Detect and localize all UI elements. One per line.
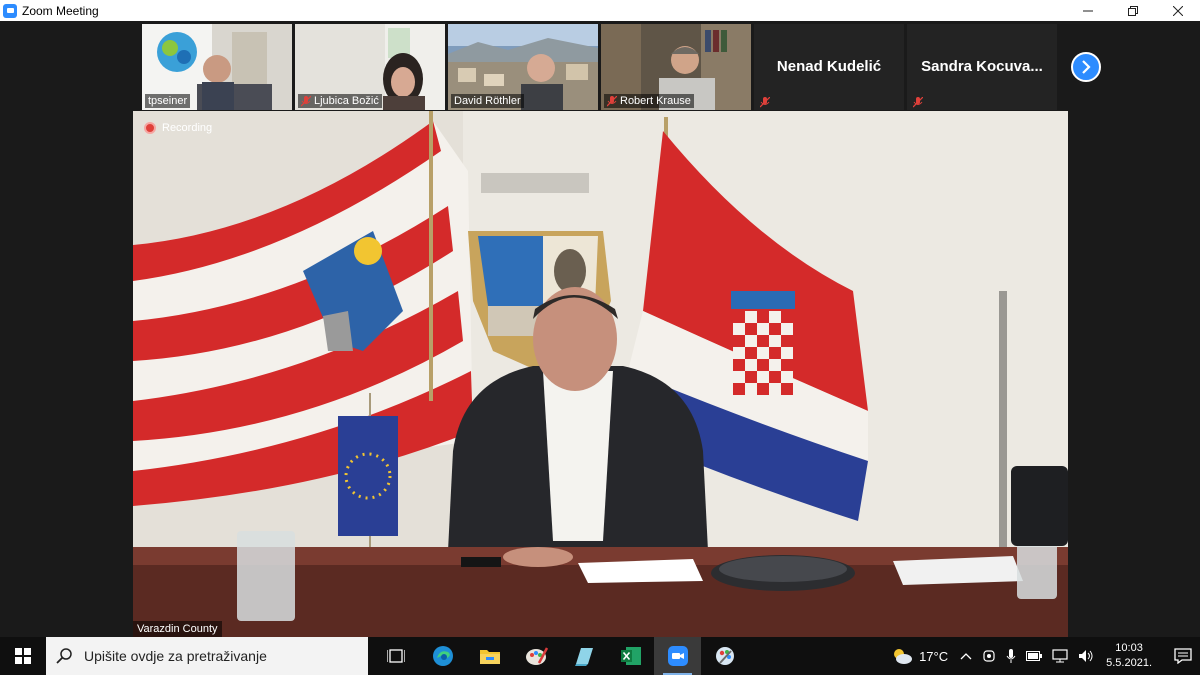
recording-dot-icon xyxy=(144,122,156,134)
task-view-icon[interactable] xyxy=(372,637,419,675)
notification-icon xyxy=(1174,648,1192,664)
microphone-icon[interactable] xyxy=(1006,649,1016,663)
partly-cloudy-icon xyxy=(894,649,913,664)
clock-time: 10:03 xyxy=(1115,642,1143,654)
muted-mic-icon xyxy=(759,95,771,108)
start-button[interactable] xyxy=(0,637,46,675)
zoom-icon[interactable] xyxy=(654,637,701,675)
participant-name: Ljubica Božić xyxy=(314,95,379,107)
minimize-button[interactable] xyxy=(1065,0,1110,21)
taskbar-apps xyxy=(372,637,748,675)
muted-mic-icon xyxy=(606,95,618,107)
file-explorer-icon[interactable] xyxy=(466,637,513,675)
taskbar-search-box[interactable]: Upišite ovdje za pretraživanje xyxy=(46,637,368,675)
recording-indicator: Recording xyxy=(144,122,212,134)
participant-name: Robert Krause xyxy=(620,95,691,107)
participant-tile[interactable]: David Röthler xyxy=(448,24,598,110)
tray-icons xyxy=(960,649,1094,663)
meet-now-icon[interactable] xyxy=(982,649,996,663)
participant-tile[interactable]: tpseiner xyxy=(142,24,292,110)
close-button[interactable] xyxy=(1155,0,1200,21)
participant-tile[interactable]: Robert Krause xyxy=(601,24,751,110)
next-page-button[interactable] xyxy=(1071,52,1101,82)
meeting-area: tpseiner Ljubica Božić David Röthler Rob… xyxy=(0,21,1200,637)
participant-name-label: Ljubica Božić xyxy=(298,94,382,108)
zoom-app-icon xyxy=(3,3,17,18)
taskbar-clock[interactable]: 10:03 5.5.2021. xyxy=(1106,641,1152,671)
participant-tile[interactable]: Sandra Kocuva... xyxy=(907,24,1057,110)
participant-name-label: David Röthler xyxy=(451,94,524,108)
excel-icon[interactable] xyxy=(607,637,654,675)
network-icon[interactable] xyxy=(1052,649,1068,663)
notification-center-button[interactable] xyxy=(1166,648,1200,664)
windows-taskbar: Upišite ovdje za pretraživanje 17°C 10:0… xyxy=(0,637,1200,675)
participant-name-label: Robert Krause xyxy=(604,94,694,108)
paint-icon[interactable] xyxy=(513,637,560,675)
active-speaker-name: Varazdin County xyxy=(133,621,222,637)
chevron-right-icon xyxy=(1082,60,1091,74)
windows-logo-icon xyxy=(15,648,31,664)
participant-name: Sandra Kocuva... xyxy=(921,58,1043,75)
participant-name-label: tpseiner xyxy=(145,94,191,108)
chevron-up-icon[interactable] xyxy=(960,652,972,660)
volume-icon[interactable] xyxy=(1078,649,1094,663)
participant-strip: tpseiner Ljubica Božić David Röthler Rob… xyxy=(142,24,1057,110)
search-placeholder: Upišite ovdje za pretraživanje xyxy=(84,648,267,664)
settings-app-icon[interactable] xyxy=(701,637,748,675)
participant-name: Nenad Kudelić xyxy=(776,58,882,75)
participant-tile[interactable]: Ljubica Božić xyxy=(295,24,445,110)
window-controls xyxy=(1065,0,1200,21)
title-bar: Zoom Meeting xyxy=(0,0,1200,21)
restore-button[interactable] xyxy=(1110,0,1155,21)
edge-icon[interactable] xyxy=(419,637,466,675)
muted-mic-icon xyxy=(912,95,924,108)
participant-tile[interactable]: Nenad Kudelić xyxy=(754,24,904,110)
weather-temperature: 17°C xyxy=(919,648,949,664)
participant-name: David Röthler xyxy=(454,95,521,107)
participant-name: tpseiner xyxy=(148,95,188,107)
notes-icon[interactable] xyxy=(560,637,607,675)
recording-label: Recording xyxy=(162,122,213,134)
window-title: Zoom Meeting xyxy=(22,3,99,18)
active-speaker-video[interactable]: Recording Varazdin County xyxy=(133,111,1068,637)
clock-date: 5.5.2021. xyxy=(1106,657,1152,669)
weather-widget[interactable]: 17°C xyxy=(891,647,948,665)
search-icon xyxy=(56,648,72,664)
battery-icon[interactable] xyxy=(1026,651,1043,661)
speaker-video-frame xyxy=(133,111,1068,637)
system-tray: 17°C 10:03 5.5.2021. xyxy=(891,637,1200,675)
muted-mic-icon xyxy=(300,95,312,107)
